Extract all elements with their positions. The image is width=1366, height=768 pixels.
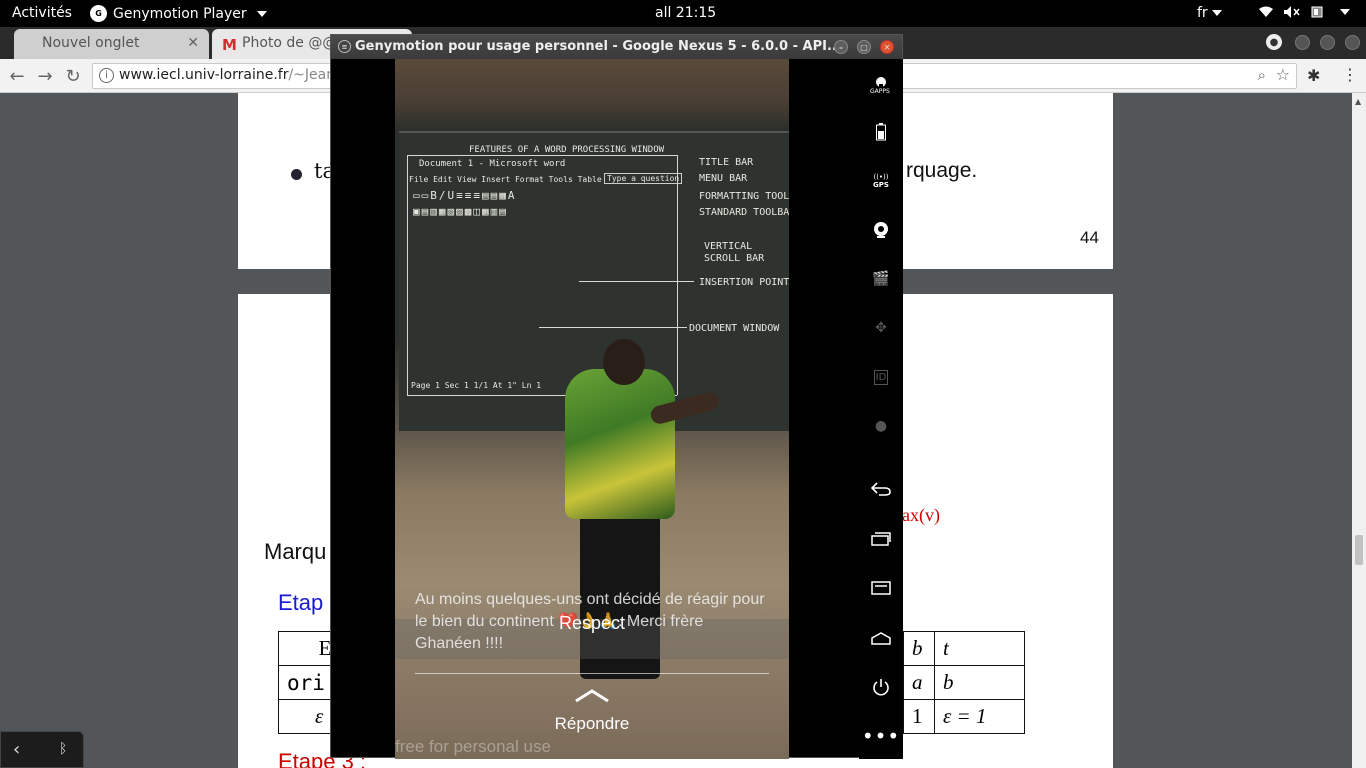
chevron-down-icon: [1340, 9, 1350, 15]
chalk-label: SCROLL BAR: [704, 253, 765, 264]
chalk-status: Page 1 Sec 1 1/1 At 1" Ln 1: [411, 381, 542, 390]
battery-icon: [1310, 5, 1326, 19]
divider: [415, 673, 769, 674]
clock[interactable]: all 21:15: [655, 5, 716, 21]
caption-text: Respect: [558, 613, 626, 633]
chalk-label: FORMATTING TOOLB: [699, 191, 789, 202]
minimize-button[interactable]: [1295, 35, 1310, 50]
home-icon[interactable]: [869, 626, 893, 650]
close-window-button[interactable]: ✕: [880, 40, 894, 54]
chalk-help-box: Type a question: [604, 173, 683, 184]
device-id-icon[interactable]: ID: [869, 365, 893, 389]
chalk-label: MENU BAR: [699, 173, 748, 184]
back-icon[interactable]: [869, 477, 893, 501]
more-icon[interactable]: •••: [862, 724, 899, 748]
chevron-down-icon: [256, 10, 267, 17]
volume-muted-icon: [1284, 5, 1300, 19]
table-cell: b: [903, 631, 935, 666]
vertical-scrollbar[interactable]: ▲: [1352, 93, 1366, 768]
geny-icon: G: [90, 5, 107, 22]
bluetooth-panel: ‹ ᛒ: [0, 731, 84, 768]
chevron-up-icon[interactable]: [574, 689, 610, 703]
gmail-icon: M: [222, 36, 237, 54]
reload-icon[interactable]: ↻: [62, 65, 84, 87]
chalk-label: INSERTION POINT: [699, 277, 789, 288]
genymotion-title-bar[interactable]: ≡ Genymotion pour usage personnel - Goog…: [331, 35, 902, 59]
formula-text: ax(v): [902, 505, 940, 525]
bluetooth-icon[interactable]: ᛒ: [59, 741, 67, 757]
profile-icon[interactable]: ●: [1266, 34, 1282, 50]
gapps-icon[interactable]: GAPPS: [869, 71, 893, 95]
camera-icon[interactable]: [869, 218, 893, 242]
recent-apps-icon[interactable]: [869, 527, 893, 551]
chalk-menu-items: File Edit View Insert Format Tools Table: [409, 175, 602, 184]
activities-button[interactable]: Activités: [12, 5, 72, 21]
info-icon[interactable]: i: [99, 68, 114, 83]
scrollbar-thumb[interactable]: [1355, 535, 1363, 565]
app-menu[interactable]: G Genymotion Player: [90, 5, 267, 22]
maximize-button[interactable]: [1320, 35, 1335, 50]
table-cell: b: [934, 665, 1025, 700]
system-status-area[interactable]: [1258, 5, 1350, 19]
chalk-heading: FEATURES OF A WORD PROCESSING WINDOW: [469, 145, 665, 155]
star-icon[interactable]: ☆: [1276, 65, 1290, 84]
close-icon[interactable]: ✕: [187, 35, 199, 51]
chevron-left-icon[interactable]: ‹: [13, 739, 20, 760]
scroll-up-arrow-icon[interactable]: ▲: [1355, 97, 1361, 106]
gnome-top-bar: Activités G Genymotion Player all 21:15 …: [0, 0, 1366, 27]
minimize-button[interactable]: –: [834, 40, 848, 54]
media-icon[interactable]: 🎬: [869, 267, 893, 291]
chalk-label: STANDARD TOOLBA: [699, 207, 789, 218]
watermark-text: free for personal use: [395, 737, 551, 756]
chevron-down-icon: [1211, 10, 1222, 16]
window-menu-icon[interactable]: ≡: [338, 40, 351, 53]
remote-control-icon[interactable]: ✥: [869, 316, 893, 340]
maximize-button[interactable]: □: [857, 40, 871, 54]
reply-button[interactable]: Répondre: [395, 714, 789, 734]
forward-arrow-icon[interactable]: →: [34, 65, 56, 87]
page-number: 44: [1080, 228, 1099, 247]
gps-icon[interactable]: ((•)) GPS: [869, 169, 893, 193]
genymotion-toolbar: GAPPS ((•)) GPS 🎬 ✥ ID ● •••: [859, 59, 903, 759]
table-cell: 1: [903, 699, 935, 734]
chalk-label: VERTICAL: [704, 241, 753, 252]
back-arrow-icon[interactable]: ←: [6, 65, 28, 87]
chalk-doc-title: Document 1 - Microsoft word: [419, 159, 566, 169]
zoom-icon[interactable]: ⌕: [1258, 66, 1266, 84]
extension-icon[interactable]: ✱: [1307, 66, 1320, 85]
chalk-label: DOCUMENT WINDOW: [689, 323, 780, 334]
wifi-icon: [1258, 5, 1274, 19]
step-heading: Etap: [278, 590, 324, 615]
close-window-button[interactable]: [1345, 35, 1360, 50]
bullet-icon: [291, 169, 302, 180]
battery-icon[interactable]: [869, 120, 893, 144]
tab-new-tab[interactable]: Nouvel onglet ✕: [14, 29, 209, 59]
genymotion-window: ≡ Genymotion pour usage personnel - Goog…: [330, 34, 903, 759]
language-indicator[interactable]: fr: [1197, 5, 1222, 21]
section-heading: Marqu: [264, 539, 327, 564]
table-cell: t: [934, 631, 1025, 666]
url-host: www.iecl.univ-lorraine.fr: [119, 67, 289, 83]
app-menu-label: Genymotion Player: [113, 5, 247, 22]
menu-icon[interactable]: [869, 576, 893, 600]
chalk-label: TITLE BAR: [699, 157, 754, 168]
table-cell: a: [903, 665, 935, 700]
power-icon[interactable]: [869, 675, 893, 699]
device-screen[interactable]: FEATURES OF A WORD PROCESSING WINDOW Doc…: [395, 59, 789, 759]
bullet-text-end: rquage.: [906, 159, 978, 182]
window-title: Genymotion pour usage personnel - Google…: [355, 39, 842, 54]
table-cell: ε = 1: [934, 699, 1025, 734]
kebab-menu-icon[interactable]: ⋮: [1342, 65, 1358, 84]
disk-icon[interactable]: ●: [869, 414, 893, 438]
